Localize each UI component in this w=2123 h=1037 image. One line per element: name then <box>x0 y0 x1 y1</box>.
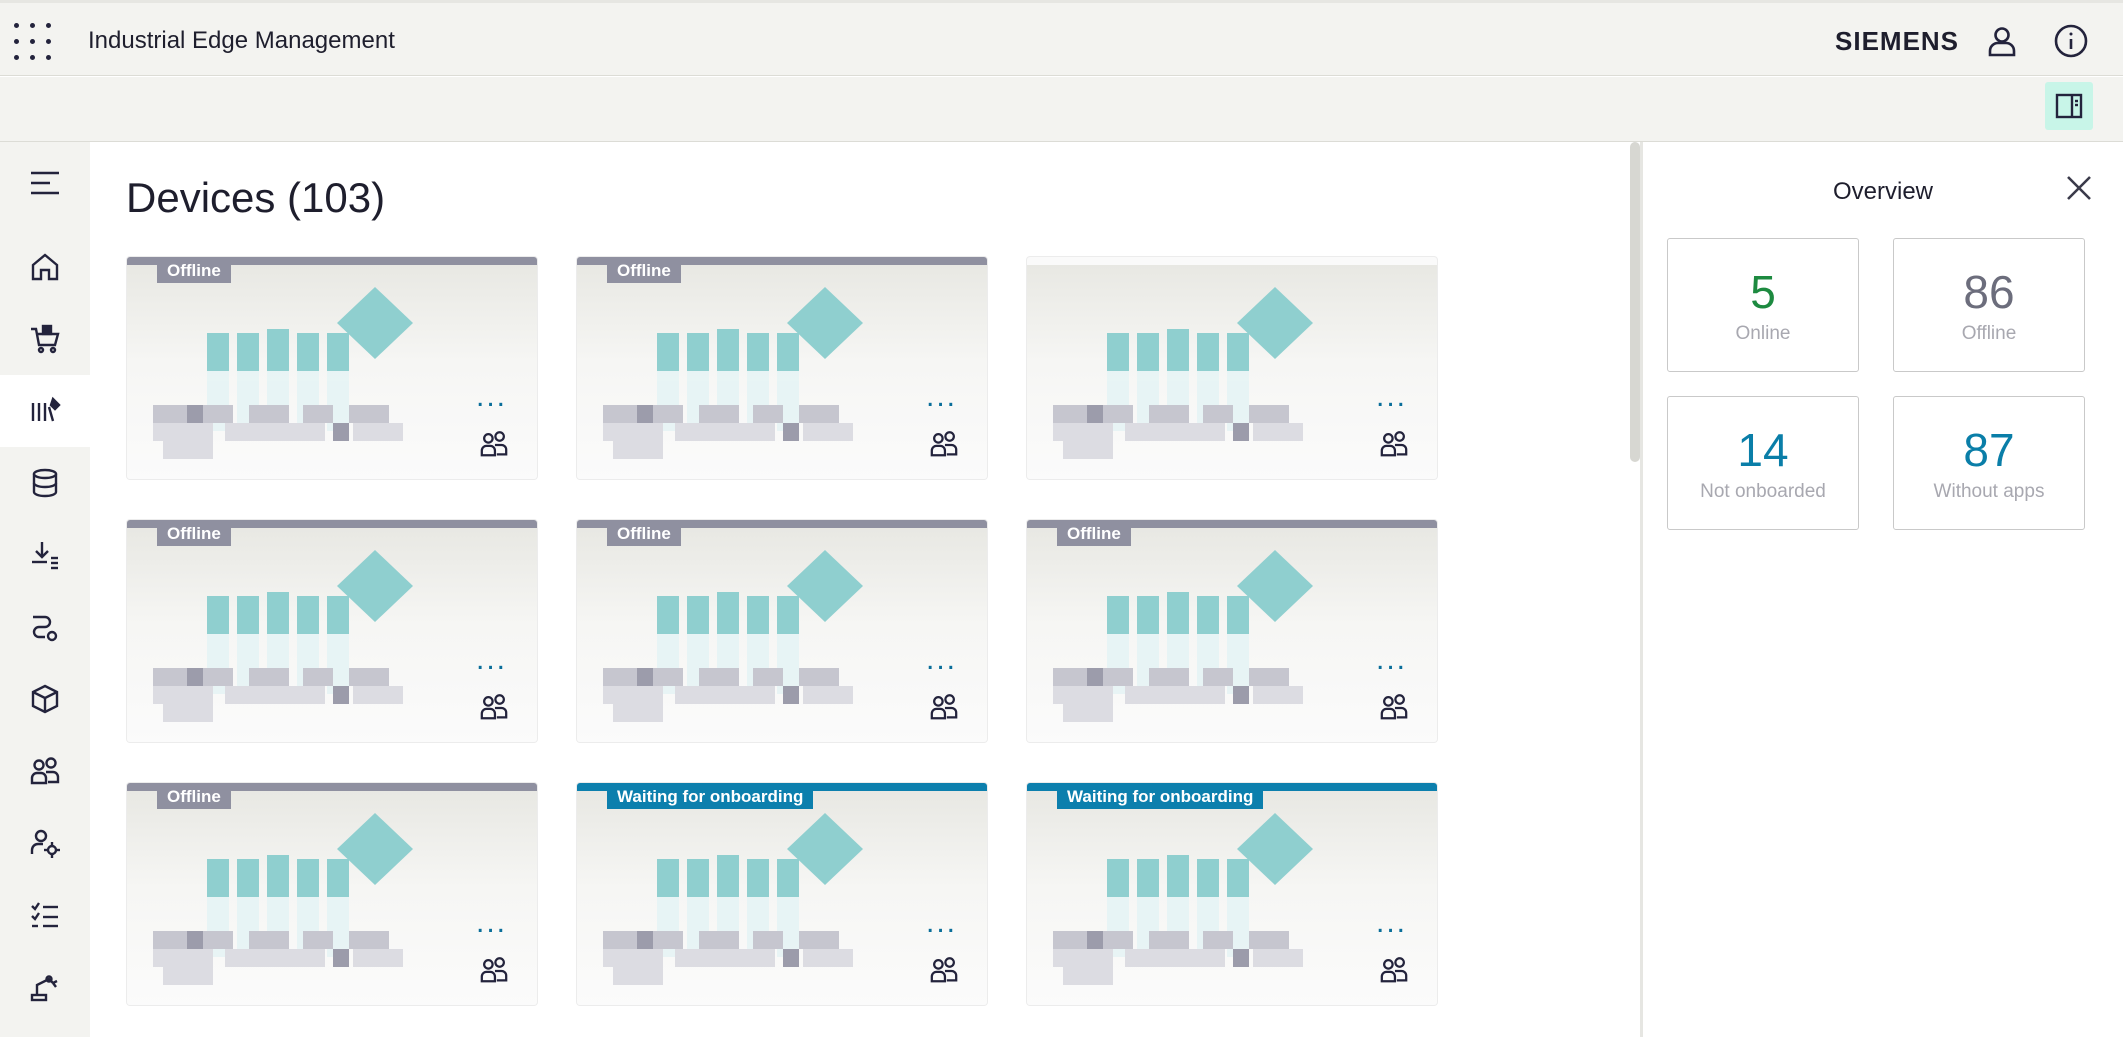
more-options-icon[interactable]: ... <box>1376 382 1407 412</box>
sidebar-item-catalog[interactable] <box>0 303 90 375</box>
more-options-icon[interactable]: ... <box>926 645 957 675</box>
sidebar-item-home[interactable] <box>0 231 90 303</box>
stat-without-apps-label: Without apps <box>1933 481 2045 502</box>
robot-arm-icon <box>30 975 58 1002</box>
status-badge: Offline <box>607 259 681 283</box>
stat-not-onboarded-label: Not onboarded <box>1700 481 1826 502</box>
status-badge: Offline <box>157 259 231 283</box>
stat-not-onboarded-value: 14 <box>1737 424 1789 476</box>
device-name-redacted <box>603 931 873 985</box>
stat-without-apps-value: 87 <box>1963 424 2015 476</box>
device-card[interactable]: Offline ... <box>126 519 538 743</box>
device-card[interactable]: Offline ... <box>576 519 988 743</box>
stat-not-onboarded[interactable]: 14 Not onboarded <box>1667 396 1859 530</box>
sidebar-item-connections[interactable] <box>0 591 90 663</box>
device-card[interactable]: ... <box>1026 256 1438 480</box>
download-list-icon <box>32 542 58 570</box>
device-name-redacted <box>1053 405 1323 459</box>
sidebar-nav <box>0 142 90 1037</box>
status-badge: Offline <box>157 785 231 809</box>
device-name-redacted <box>153 405 423 459</box>
people-icon[interactable] <box>479 955 509 985</box>
sidebar-item-tasks[interactable] <box>0 879 90 951</box>
sidebar-item-user-settings[interactable] <box>0 807 90 879</box>
database-icon <box>32 468 58 498</box>
overview-panel: Overview 5 Online 86 Offline 14 Not onbo… <box>1640 142 2123 1037</box>
people-icon[interactable] <box>479 692 509 722</box>
connection-icon <box>32 615 58 642</box>
device-card[interactable]: Offline ... <box>126 256 538 480</box>
more-options-icon[interactable]: ... <box>476 382 507 412</box>
stat-online[interactable]: 5 Online <box>1667 238 1859 372</box>
people-icon[interactable] <box>1379 429 1409 459</box>
apps-grid-icon[interactable] <box>12 21 54 63</box>
people-icon[interactable] <box>479 429 509 459</box>
device-card[interactable]: Offline ... <box>1026 519 1438 743</box>
people-icon[interactable] <box>1379 692 1409 722</box>
device-name-redacted <box>1053 668 1323 722</box>
more-options-icon[interactable]: ... <box>926 908 957 938</box>
users-icon <box>30 757 60 785</box>
more-options-icon[interactable]: ... <box>1376 908 1407 938</box>
people-icon[interactable] <box>1379 955 1409 985</box>
stat-online-label: Online <box>1735 323 1791 344</box>
main-scrollbar[interactable] <box>1630 142 1640 462</box>
cube-icon <box>31 684 59 714</box>
sidebar-item-users[interactable] <box>0 735 90 807</box>
device-card[interactable]: Waiting for onboarding ... <box>1026 782 1438 1006</box>
stat-online-value: 5 <box>1750 266 1776 318</box>
top-header: Industrial Edge Management SIEMENS <box>0 0 2123 76</box>
sidebar-item-devices[interactable] <box>0 375 90 447</box>
device-card[interactable]: Waiting for onboarding ... <box>576 782 988 1006</box>
more-options-icon[interactable]: ... <box>476 645 507 675</box>
shopping-cart-icon <box>31 324 60 354</box>
device-name-redacted <box>603 668 873 722</box>
sidebar-item-downloads[interactable] <box>0 519 90 591</box>
stat-without-apps[interactable]: 87 Without apps <box>1893 396 2085 530</box>
people-icon[interactable] <box>929 429 959 459</box>
people-icon[interactable] <box>929 955 959 985</box>
more-options-icon[interactable]: ... <box>926 382 957 412</box>
stat-offline-label: Offline <box>1961 323 2017 344</box>
more-options-icon[interactable]: ... <box>476 908 507 938</box>
user-icon[interactable] <box>1984 23 2020 59</box>
overview-title: Overview <box>1832 178 1934 205</box>
close-icon[interactable] <box>2063 172 2095 204</box>
user-settings-icon <box>30 829 60 858</box>
sidebar-item-menu[interactable] <box>0 147 90 219</box>
status-badge: Offline <box>1057 522 1131 546</box>
people-icon[interactable] <box>929 692 959 722</box>
checklist-icon <box>31 902 58 928</box>
device-card[interactable]: Offline ... <box>576 256 988 480</box>
toolbar <box>0 77 2123 142</box>
app-title: Industrial Edge Management <box>88 27 395 54</box>
siemens-logo: SIEMENS <box>1835 26 1960 56</box>
page-title: Devices (103) <box>126 174 386 221</box>
side-panel-icon[interactable] <box>2045 82 2093 130</box>
sidebar-item-data[interactable] <box>0 447 90 519</box>
device-name-redacted <box>603 405 873 459</box>
status-badge: Offline <box>607 522 681 546</box>
sidebar-item-automation[interactable] <box>0 951 90 1023</box>
devices-library-icon <box>31 396 61 422</box>
stat-offline[interactable]: 86 Offline <box>1893 238 2085 372</box>
device-card[interactable]: Offline ... <box>126 782 538 1006</box>
hamburger-menu-icon <box>31 171 59 195</box>
info-icon[interactable] <box>2053 23 2089 59</box>
device-name-redacted <box>1053 931 1323 985</box>
sidebar-item-apps[interactable] <box>0 663 90 735</box>
device-name-redacted <box>153 931 423 985</box>
home-icon <box>31 253 59 281</box>
device-name-redacted <box>153 668 423 722</box>
more-options-icon[interactable]: ... <box>1376 645 1407 675</box>
status-badge: Waiting for onboarding <box>607 785 814 809</box>
status-badge: Offline <box>157 522 231 546</box>
status-badge: Waiting for onboarding <box>1057 785 1264 809</box>
stat-offline-value: 86 <box>1963 266 2015 318</box>
